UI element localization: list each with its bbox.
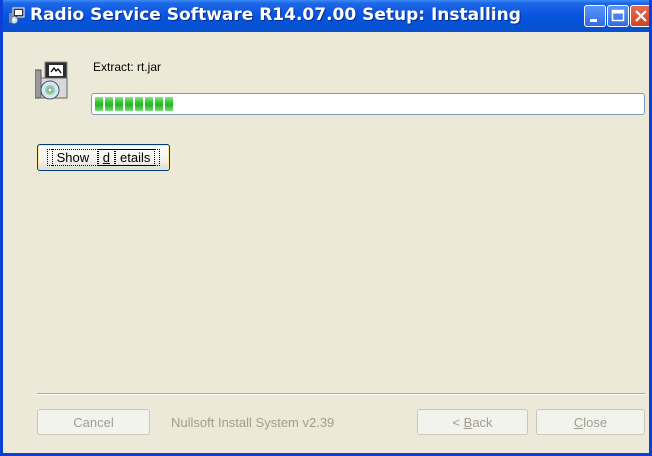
nsis-branding: Nullsoft Install System v2.39 <box>171 415 335 430</box>
minimize-button[interactable] <box>584 5 606 27</box>
installer-window: Radio Service Software R14.07.00 Setup: … <box>0 0 652 456</box>
minimize-icon <box>590 19 597 22</box>
maximize-icon <box>611 9 625 22</box>
footer-separator <box>37 393 645 395</box>
status-text: Extract: rt.jar <box>93 60 162 74</box>
back-button[interactable]: < Back <box>417 409 528 435</box>
close-window-button[interactable] <box>630 5 649 27</box>
close-label: Close <box>573 414 608 430</box>
show-details-label: Show d etails <box>46 149 161 166</box>
close-icon <box>635 10 647 22</box>
close-button[interactable]: Close <box>536 409 645 435</box>
window-title: Radio Service Software R14.07.00 Setup: … <box>30 5 521 25</box>
cancel-button[interactable]: Cancel <box>37 409 150 435</box>
maximize-button[interactable] <box>607 5 629 27</box>
progress-bar <box>91 93 645 115</box>
installer-icon <box>9 7 25 25</box>
progress-segment <box>95 97 103 111</box>
progress-segment <box>135 97 143 111</box>
installer-cd-icon <box>35 61 68 100</box>
progress-segment <box>125 97 133 111</box>
back-label: < Back <box>452 414 493 430</box>
progress-segment <box>165 97 173 111</box>
title-bar[interactable]: Radio Service Software R14.07.00 Setup: … <box>3 0 649 32</box>
progress-fill <box>95 97 173 111</box>
show-details-button[interactable]: Show d etails <box>37 144 170 171</box>
progress-segment <box>115 97 123 111</box>
progress-segment <box>155 97 163 111</box>
progress-segment <box>105 97 113 111</box>
progress-segment <box>145 97 153 111</box>
